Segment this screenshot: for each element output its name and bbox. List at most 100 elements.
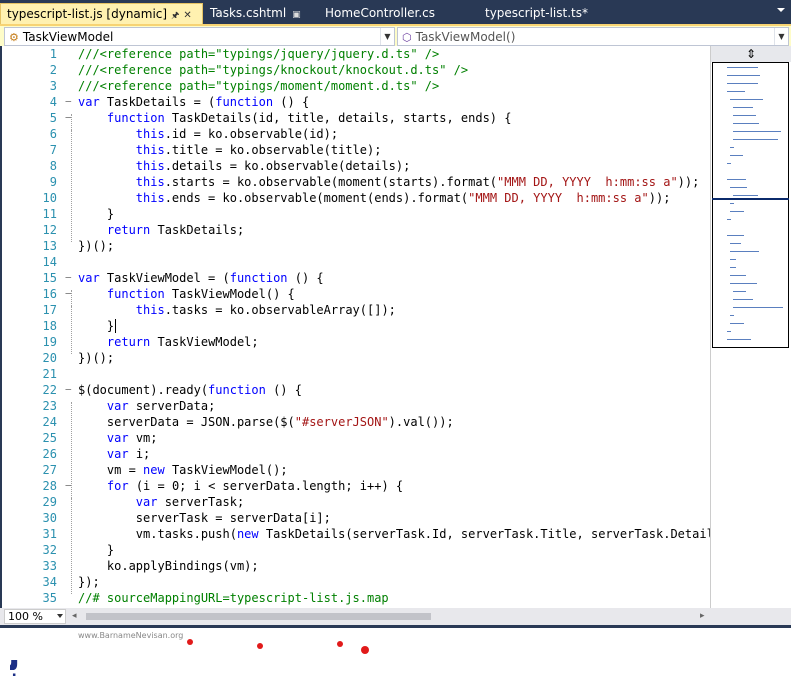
collapse-icon[interactable]: − (65, 478, 75, 494)
line-number: 23 (42, 399, 57, 413)
tab-tasks-cshtml[interactable]: Tasks.cshtml ▣ (204, 3, 319, 24)
code-line[interactable]: 18 } (2, 318, 710, 334)
line-number: 7 (49, 143, 57, 157)
code-line[interactable]: 31 vm.tasks.push(new TaskDetails(serverT… (2, 526, 710, 542)
code-line[interactable]: 33 ko.applyBindings(vm); (2, 558, 710, 574)
map-line (730, 211, 744, 212)
tab-homecontroller-cs[interactable]: HomeController.cs (319, 3, 479, 24)
member-combo[interactable]: ⬡ TaskViewModel() ▼ (397, 27, 789, 46)
code-text: this.details = ko.observable(details); (135, 159, 411, 173)
code-line[interactable]: 15− var TaskViewModel = (function () { (2, 270, 710, 286)
code-text: } (78, 207, 115, 221)
code-text: this.tasks = ko.observableArray([]); (135, 303, 396, 317)
code-line[interactable]: 14 (2, 254, 710, 270)
map-line (727, 235, 745, 236)
code-line[interactable]: 27 vm = new TaskViewModel(); (2, 462, 710, 478)
map-line (733, 107, 754, 108)
code-line[interactable]: 30 serverTask = serverData[i]; (2, 510, 710, 526)
logo-text: برنامه نویسان (10, 639, 20, 679)
collapse-icon[interactable]: − (65, 94, 75, 110)
tab-typescript-list-ts[interactable]: typescript-list.ts* (479, 3, 609, 24)
line-number: 28 (42, 479, 57, 493)
code-line[interactable]: 29 var serverTask; (2, 494, 710, 510)
code-line[interactable]: 2 ///<reference path="typings/knockout/kn… (2, 62, 710, 78)
code-text: var TaskDetails = (function () { (78, 95, 310, 109)
pin-icon[interactable]: 🖈 (171, 11, 179, 21)
map-line (727, 219, 731, 220)
code-line[interactable]: 5− function TaskDetails(id, title, detai… (2, 110, 710, 126)
line-number: 20 (42, 351, 57, 365)
scrollbar-map[interactable]: ⇕ (710, 46, 791, 608)
line-number: 17 (42, 303, 57, 317)
code-line[interactable]: 16− function TaskViewModel() { (2, 286, 710, 302)
code-line[interactable]: 13})(); (2, 238, 710, 254)
line-number: 21 (42, 367, 57, 381)
code-line[interactable]: 34}); (2, 574, 710, 590)
chevron-down-icon[interactable]: ▼ (774, 28, 788, 45)
scroll-left-icon[interactable]: ◂ (72, 611, 77, 621)
type-combo[interactable]: ⚙ TaskViewModel ▼ (4, 27, 395, 46)
line-number: 2 (49, 63, 57, 77)
line-number: 25 (42, 431, 57, 445)
code-line[interactable]: 24 serverData = JSON.parse($("#serverJSO… (2, 414, 710, 430)
code-line[interactable]: 3 ///<reference path="typings/moment/mome… (2, 78, 710, 94)
chevron-down-icon[interactable]: ▼ (380, 28, 394, 45)
code-line[interactable]: 20})(); (2, 350, 710, 366)
code-line[interactable]: 4− var TaskDetails = (function () { (2, 94, 710, 110)
code-line[interactable]: 10 this.ends = ko.observable(moment(ends… (2, 190, 710, 206)
ide-window: typescript-list.js [dynamic] 🖈 ✕ Tasks.csh… (0, 0, 791, 628)
map-line (727, 163, 731, 164)
map-line (730, 315, 735, 316)
close-icon[interactable]: ✕ (183, 10, 191, 21)
code-line[interactable]: 25 var vm; (2, 430, 710, 446)
code-line[interactable]: 17 this.tasks = ko.observableArray([]); (2, 302, 710, 318)
code-line[interactable]: 26 var i; (2, 446, 710, 462)
map-line (727, 67, 758, 68)
map-line (727, 91, 745, 92)
code-editor[interactable]: 1 ///<reference path="typings/jquery/jque… (2, 46, 710, 608)
chevron-down-icon[interactable] (57, 614, 63, 618)
tab-overflow-dropdown-icon[interactable] (777, 8, 785, 12)
code-line[interactable]: 32 } (2, 542, 710, 558)
navigation-bar: ⚙ TaskViewModel ▼ ⬡ TaskViewModel() ▼ (0, 24, 791, 46)
code-line[interactable]: 23 var serverData; (2, 398, 710, 414)
code-text: $(document).ready(function () { (78, 383, 302, 397)
code-line[interactable]: 8 this.details = ko.observable(details); (2, 158, 710, 174)
code-line[interactable]: 35 //# sourceMappingURL=typescript-list.j… (2, 590, 710, 606)
collapse-icon[interactable]: − (65, 382, 75, 398)
collapse-icon[interactable]: − (65, 110, 75, 126)
code-line[interactable]: 19 return TaskViewModel; (2, 334, 710, 350)
split-handle-icon[interactable]: ⇕ (711, 46, 791, 62)
code-line[interactable]: 6 this.id = ko.observable(id); (2, 126, 710, 142)
code-text: serverTask = serverData[i]; (78, 511, 331, 525)
line-number: 19 (42, 335, 57, 349)
code-line[interactable]: 21 (2, 366, 710, 382)
map-line (727, 83, 758, 84)
map-line (727, 339, 751, 340)
scroll-thumb[interactable] (86, 613, 431, 620)
code-line[interactable]: 11 } (2, 206, 710, 222)
code-line[interactable]: 9 this.starts = ko.observable(moment(sta… (2, 174, 710, 190)
map-viewport[interactable] (712, 62, 789, 348)
line-number: 32 (42, 543, 57, 557)
line-number: 15 (42, 271, 57, 285)
line-number: 31 (42, 527, 57, 541)
scroll-right-icon[interactable]: ▸ (700, 611, 705, 621)
outline-guide (71, 130, 72, 210)
map-line (730, 259, 737, 260)
map-separator (712, 198, 789, 200)
code-line[interactable]: 22− $(document).ready(function () { (2, 382, 710, 398)
code-text: this.starts = ko.observable(moment(start… (135, 175, 700, 189)
code-line[interactable]: 28− for (i = 0; i < serverData.length; i… (2, 478, 710, 494)
horizontal-scrollbar[interactable]: 100 % ◂ ▸ (0, 608, 710, 625)
line-number: 27 (42, 463, 57, 477)
line-number: 22 (42, 383, 57, 397)
code-line[interactable]: 1 ///<reference path="typings/jquery/jque… (2, 46, 710, 62)
line-number: 35 (42, 591, 57, 605)
code-line[interactable]: 7 this.title = ko.observable(title); (2, 142, 710, 158)
tab-typescript-list-js[interactable]: typescript-list.js [dynamic] 🖈 ✕ (0, 3, 203, 24)
collapse-icon[interactable]: − (65, 286, 75, 302)
zoom-dropdown[interactable]: 100 % (4, 609, 66, 624)
collapse-icon[interactable]: − (65, 270, 75, 286)
code-line[interactable]: 12 return TaskDetails; (2, 222, 710, 238)
